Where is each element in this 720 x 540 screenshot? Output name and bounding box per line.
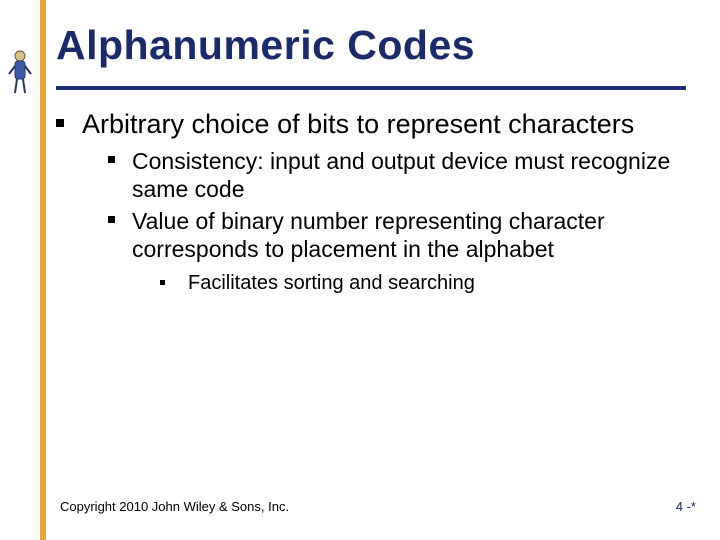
title-underline [56,86,686,90]
copyright-footer: Copyright 2010 John Wiley & Sons, Inc. [60,499,289,514]
decorative-figure-icon [6,48,34,96]
slide-title: Alphanumeric Codes [56,22,475,69]
bullet-text: Value of binary number representing char… [132,208,605,262]
bullet-level2: Consistency: input and output device mus… [108,147,686,203]
bullet-text: Arbitrary choice of bits to represent ch… [82,109,634,139]
bullet-level2: Value of binary number representing char… [108,207,686,296]
square-bullet-icon [56,119,64,127]
square-bullet-icon [108,216,115,223]
square-bullet-icon [160,280,165,285]
bullet-level1: Arbitrary choice of bits to represent ch… [56,108,686,296]
bullet-text: Facilitates sorting and searching [188,272,475,294]
square-bullet-icon [108,156,115,163]
slide-body: Arbitrary choice of bits to represent ch… [56,108,686,310]
accent-vertical-rule [40,0,46,540]
bullet-text: Consistency: input and output device mus… [132,148,670,202]
slide-number: 4 -* [676,499,696,514]
bullet-level3: Facilitates sorting and searching [160,271,686,296]
